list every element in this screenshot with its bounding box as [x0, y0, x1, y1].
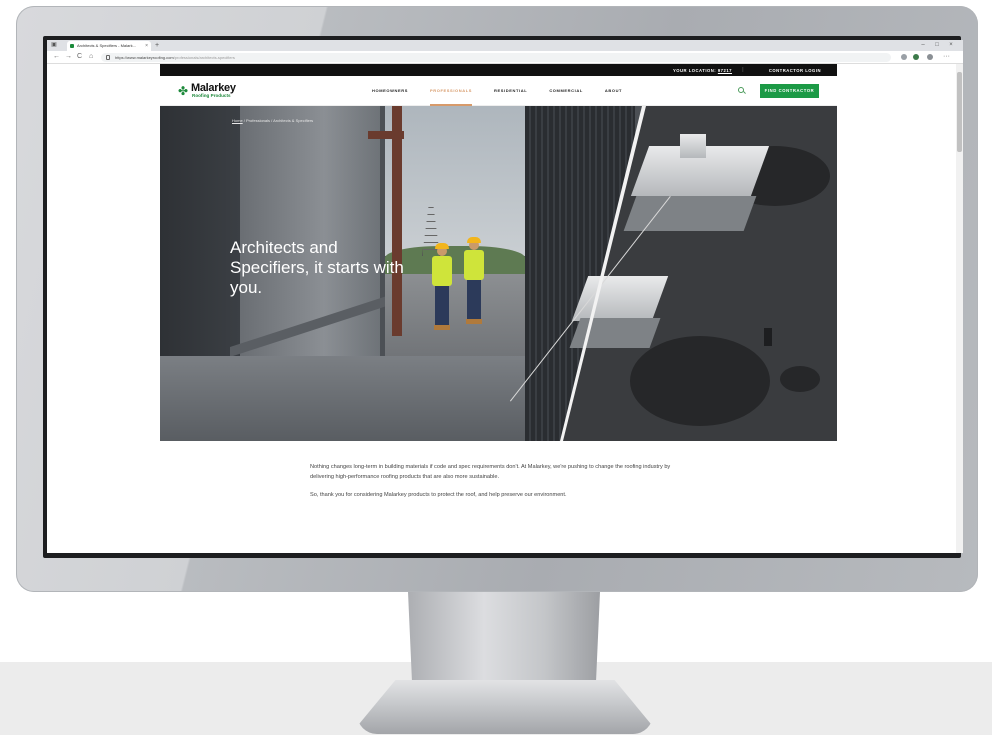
new-tab-button[interactable]: + — [155, 41, 159, 50]
worker-legs — [467, 280, 481, 320]
logo-subtitle: Roofing Products — [192, 93, 231, 98]
hero-floor — [160, 356, 570, 441]
browser-menu-icon[interactable]: ··· — [943, 53, 950, 61]
tab-title: Architects & Specifiers - Malark... — [77, 43, 136, 48]
find-contractor-button[interactable]: FIND CONTRACTOR — [760, 84, 819, 98]
scrollbar-thumb[interactable] — [957, 72, 962, 152]
monitor-stand-neck — [408, 592, 600, 682]
tab-close-icon[interactable]: × — [145, 41, 148, 51]
extension-icon[interactable] — [901, 54, 907, 60]
nav-homeowners[interactable]: HOMEOWNERS — [372, 76, 408, 106]
maximize-button[interactable]: □ — [933, 42, 941, 48]
worker-legs — [435, 286, 449, 326]
roof-hvac-unit-side — [569, 318, 661, 348]
nav-about[interactable]: ABOUT — [605, 76, 622, 106]
browser-address-bar: ← → C ⌂ https://www.malarkeyroofing.com/… — [47, 51, 963, 64]
page-scrollbar[interactable] — [956, 64, 963, 553]
browser-tab[interactable]: Architects & Specifiers - Malark... × — [67, 41, 151, 51]
breadcrumb: Home / Professionals / Architects & Spec… — [232, 118, 313, 123]
location-zip[interactable]: 97217 — [718, 68, 732, 73]
utility-separator: | — [742, 67, 744, 73]
close-window-button[interactable]: × — [947, 42, 955, 48]
extension-icon[interactable] — [913, 54, 919, 60]
home-button[interactable]: ⌂ — [89, 53, 93, 61]
roof-patch — [630, 336, 770, 426]
site-header: ✤ Malarkey Roofing Products HOMEOWNERS P… — [160, 76, 837, 106]
roof-patch — [780, 366, 820, 392]
url-path: /professionals/architects-specifiers — [173, 55, 235, 60]
contractor-login-link[interactable]: CONTRACTOR LOGIN — [769, 68, 821, 73]
safety-vest — [464, 250, 484, 280]
nav-residential[interactable]: RESIDENTIAL — [494, 76, 527, 106]
nav-professionals[interactable]: PROFESSIONALS — [430, 76, 473, 106]
hero-steel-column — [392, 106, 402, 336]
back-button[interactable]: ← — [53, 53, 60, 61]
worker-boots — [434, 325, 450, 330]
hard-hat-icon — [467, 237, 481, 243]
monitor-screen: ▣ Architects & Specifiers - Malark... × … — [47, 40, 963, 553]
web-page: YOUR LOCATION: 97217 | CONTRACTOR LOGIN … — [160, 64, 837, 553]
breadcrumb-home[interactable]: Home — [232, 118, 243, 123]
hero-banner: Home / Professionals / Architects & Spec… — [160, 106, 837, 441]
location-selector[interactable]: YOUR LOCATION: 97217 — [673, 68, 732, 73]
safety-vest — [432, 256, 452, 286]
window-menu-icon[interactable]: ▣ — [50, 42, 58, 48]
intro-paragraph: So, thank you for considering Malarkey p… — [310, 492, 567, 498]
intro-text: Nothing changes long-term in building ma… — [310, 462, 680, 508]
favicon-icon — [70, 44, 74, 48]
roof-pipe — [764, 328, 772, 346]
lock-icon — [106, 55, 110, 60]
url-field[interactable]: https://www.malarkeyroofing.com/professi… — [101, 53, 891, 62]
page-title: Architects and Specifiers, it starts wit… — [230, 238, 404, 297]
main-nav: HOMEOWNERS PROFESSIONALS RESIDENTIAL COM… — [372, 76, 644, 106]
breadcrumb-trail: / Professionals / Architects & Specifier… — [242, 118, 314, 123]
leaf-logo-icon: ✤ — [178, 84, 189, 98]
monitor-stand-base — [357, 680, 653, 734]
location-label: YOUR LOCATION: — [672, 68, 717, 73]
url-host: https://www.malarkeyroofing.com — [115, 55, 174, 60]
minimize-button[interactable]: – — [919, 42, 927, 48]
hero-steel-beam — [368, 131, 404, 139]
worker-boots — [466, 319, 482, 324]
profile-icon[interactable] — [927, 54, 933, 60]
hero-sky — [385, 106, 525, 256]
hard-hat-icon — [435, 243, 449, 249]
roof-hvac-unit-side — [623, 196, 757, 231]
malarkey-logo[interactable]: ✤ Malarkey Roofing Products — [178, 83, 258, 101]
search-icon[interactable] — [738, 87, 744, 93]
roof-vent-box — [680, 134, 706, 158]
forward-button[interactable]: → — [65, 53, 72, 61]
utility-bar: YOUR LOCATION: 97217 | CONTRACTOR LOGIN — [160, 64, 837, 76]
roof-hvac-unit — [571, 276, 669, 321]
browser-tab-bar: ▣ Architects & Specifiers - Malark... × … — [47, 40, 963, 51]
intro-paragraph: Nothing changes long-term in building ma… — [310, 464, 671, 480]
nav-commercial[interactable]: COMMERCIAL — [549, 76, 583, 106]
reload-button[interactable]: C — [77, 53, 82, 61]
